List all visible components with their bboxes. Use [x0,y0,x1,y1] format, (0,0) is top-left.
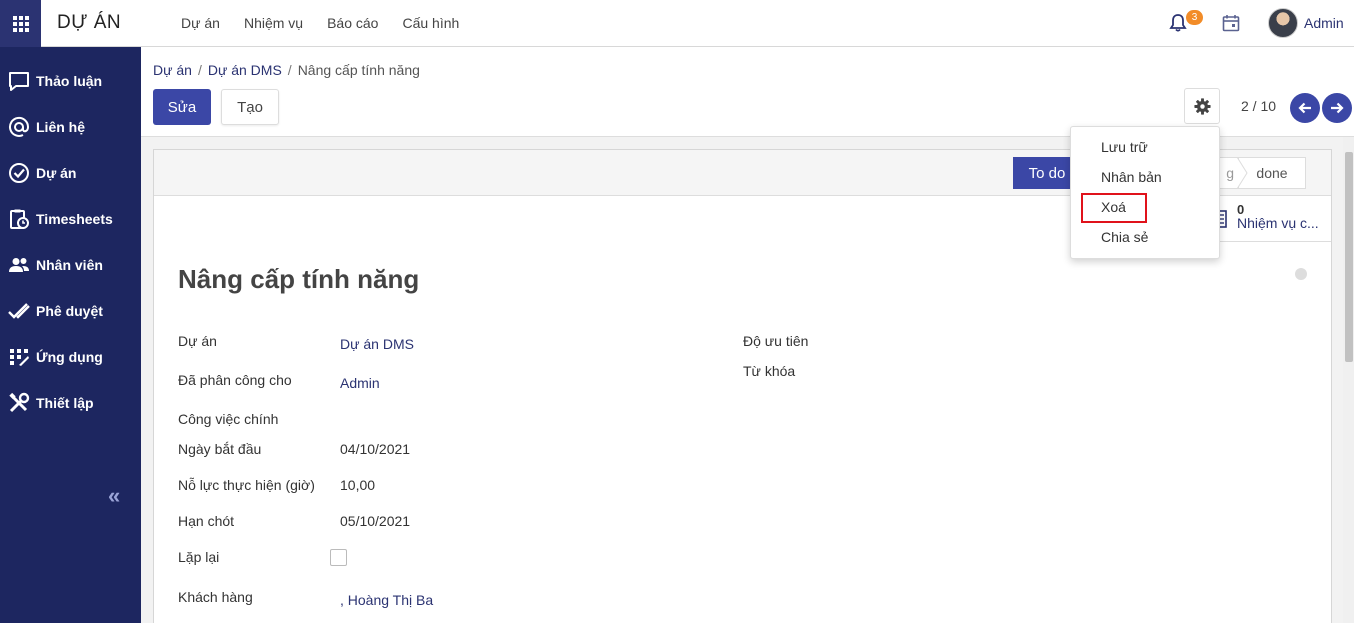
grid-icon [10,349,29,366]
pager-next-button[interactable] [1322,93,1352,123]
field-value-project[interactable]: Dự án DMS [340,336,414,352]
field-label-parent-task: Công việc chính [178,411,279,427]
sidebar: Thảo luận Liên hệ Dự án Timesheets Nhân … [0,47,141,623]
field-label-priority: Độ ưu tiên [743,333,809,349]
collapse-sidebar-icon[interactable]: « [108,483,120,509]
sidebar-item-label: Liên hệ [36,119,86,135]
people-icon [9,258,29,272]
double-check-icon [8,303,30,319]
field-value-effort: 10,00 [340,477,376,493]
sidebar-item-discuss[interactable]: Thảo luận [0,66,141,96]
sidebar-item-approvals[interactable]: Phê duyệt [0,296,141,326]
sidebar-item-label: Dự án [36,165,77,181]
breadcrumb-parent[interactable]: Dự án DMS [208,62,282,78]
create-button[interactable]: Tạo [221,89,279,125]
field-label-tags: Từ khóa [743,363,796,379]
chat-icon [9,72,29,91]
tools-icon [9,392,30,413]
sidebar-item-label: Thảo luận [36,73,103,89]
apps-menu-icon[interactable] [0,0,41,47]
topnav-config[interactable]: Cấu hình [402,15,459,31]
menu-item-share[interactable]: Chia sẻ [1101,229,1148,245]
edit-button[interactable]: Sửa [153,89,211,125]
sidebar-item-label: Timesheets [36,211,113,227]
field-value-assigned[interactable]: Admin [340,375,380,391]
sidebar-item-timesheets[interactable]: Timesheets [0,204,141,234]
app-title: DỰ ÁN [57,12,122,33]
control-panel: Dự án / Dự án DMS / Nâng cấp tính năng Sửa T… [141,47,1354,137]
menu-item-delete[interactable]: Xoá [1101,199,1126,215]
breadcrumb-current: Nâng cấp tính năng [297,62,420,78]
topnav-projects[interactable]: Dự án [181,15,220,31]
sidebar-item-apps[interactable]: Ứng dụng [0,342,141,372]
task-title: Nâng cấp tính năng [178,264,420,294]
sidebar-item-label: Nhân viên [36,257,103,273]
subtasks-label: Nhiệm vụ c... [1237,215,1319,231]
repeat-checkbox[interactable] [330,549,347,566]
field-label-project: Dự án [178,333,217,349]
scrollbar-thumb[interactable] [1345,152,1353,362]
field-value-deadline: 05/10/2021 [340,513,411,529]
top-nav: Dự án Nhiệm vụ Báo cáo Cấu hình [181,15,483,31]
field-label-assigned: Đã phân công cho [178,372,292,388]
menu-item-archive[interactable]: Lưu trữ [1101,139,1148,155]
field-label-deadline: Hạn chót [178,513,235,529]
avatar[interactable] [1268,8,1298,38]
top-bar: DỰ ÁN Dự án Nhiệm vụ Báo cáo Cấu hình 3 … [0,0,1354,47]
field-label-effort: Nỗ lực thực hiện (giờ) [178,477,315,493]
sidebar-item-settings[interactable]: Thiết lập [0,388,141,418]
stage-done[interactable]: done [1238,157,1306,189]
field-label-repeat: Lặp lại [178,549,220,565]
field-value-customer[interactable]: , Hoàng Thị Ba [340,592,433,608]
topnav-reports[interactable]: Báo cáo [327,15,378,31]
field-label-customer: Khách hàng [178,589,253,605]
arrow-left-icon [1298,102,1311,114]
menu-item-duplicate[interactable]: Nhân bản [1101,169,1162,185]
sidebar-item-projects[interactable]: Dự án [0,158,141,188]
breadcrumb-root[interactable]: Dự án [153,62,192,78]
notification-badge: 3 [1186,10,1203,25]
sidebar-item-label: Ứng dụng [36,349,103,365]
subtasks-smart-button[interactable]: 0 Nhiệm vụ c... [1214,196,1331,242]
kanban-state-dot[interactable] [1295,268,1307,280]
breadcrumb: Dự án / Dự án DMS / Nâng cấp tính năng [153,62,420,78]
action-menu-button[interactable] [1184,88,1220,124]
gear-icon [1193,97,1211,115]
action-dropdown-menu: Lưu trữ Nhân bản Xoá Chia sẻ [1070,126,1220,259]
field-label-start-date: Ngày bắt đầu [178,441,262,457]
bell-icon[interactable] [1168,13,1188,33]
user-name[interactable]: Admin [1304,15,1344,31]
sidebar-item-label: Thiết lập [36,395,94,411]
clipboard-clock-icon [10,209,29,229]
calendar-icon[interactable] [1222,14,1240,32]
topnav-tasks[interactable]: Nhiệm vụ [244,15,303,31]
field-value-start-date: 04/10/2021 [340,441,411,457]
sidebar-item-employees[interactable]: Nhân viên [0,250,141,280]
pager-value[interactable]: 2 / 10 [1241,98,1276,114]
sidebar-item-label: Phê duyệt [36,303,103,319]
stage-separator-icon [1236,157,1248,189]
sidebar-item-contacts[interactable]: Liên hệ [0,112,141,142]
at-icon [9,116,30,137]
arrow-right-icon [1331,102,1344,114]
check-circle-icon [9,163,29,183]
pager-previous-button[interactable] [1290,93,1320,123]
